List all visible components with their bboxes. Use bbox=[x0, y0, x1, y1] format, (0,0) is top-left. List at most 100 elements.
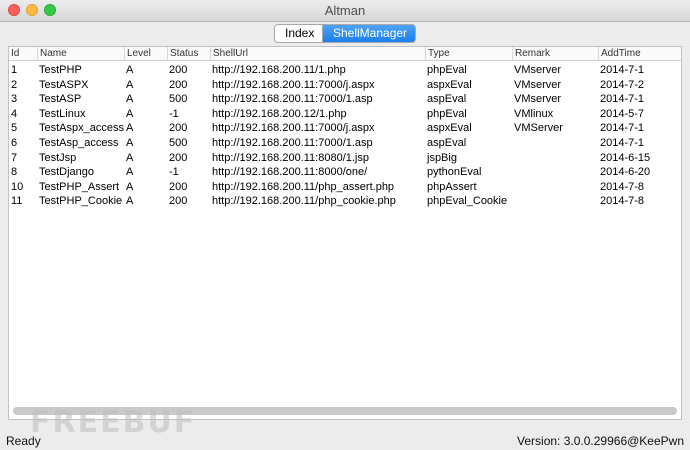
table-row[interactable]: 3 TestASP A 500 http://192.168.200.11:7000/1… bbox=[9, 92, 681, 107]
cell-shellurl: http://192.168.200.11/php_assert.php bbox=[212, 180, 395, 193]
cell-type: phpEval_Cookie bbox=[427, 195, 508, 208]
cell-shellurl: http://192.168.200.11:7000/1.asp bbox=[212, 93, 373, 106]
cell-shellurl: http://192.168.200.12/1.php bbox=[212, 107, 347, 120]
table-header: Id Name Level Status ShellUrl Type Remar… bbox=[9, 47, 681, 61]
cell-shellurl: http://192.168.200.11:8000/one/ bbox=[212, 166, 368, 179]
cell-level: A bbox=[126, 195, 134, 208]
cell-remark: VMlinux bbox=[514, 107, 554, 120]
cell-level: A bbox=[126, 137, 134, 149]
cell-status: 200 bbox=[169, 195, 188, 208]
cell-name: TestASPX bbox=[39, 78, 89, 91]
cell-name: TestAspx_access bbox=[39, 122, 124, 135]
cell-id: 8 bbox=[11, 166, 18, 179]
table-row[interactable]: 8 TestDjango A -1 http://192.168.200.11:8000… bbox=[9, 165, 681, 180]
cell-id: 10 bbox=[11, 180, 24, 193]
column-header-shellurl[interactable]: ShellUrl bbox=[210, 47, 425, 61]
cell-type: pythonEval bbox=[427, 166, 482, 179]
table-row[interactable]: 5 TestAspx_access A 200 http://192.168.200.1… bbox=[9, 121, 681, 136]
cell-status: 200 bbox=[169, 151, 188, 164]
column-header-name[interactable]: Name bbox=[37, 47, 124, 61]
window-title: Altman bbox=[324, 3, 366, 18]
cell-remark: VMserver bbox=[514, 78, 562, 91]
cell-type: aspxEval bbox=[427, 122, 472, 135]
cell-id: 6 bbox=[11, 137, 18, 149]
cell-type: phpEval bbox=[427, 64, 467, 76]
tab-index[interactable]: Index bbox=[275, 25, 323, 42]
cell-id: 2 bbox=[11, 78, 18, 91]
cell-level: A bbox=[126, 166, 134, 179]
cell-shellurl: http://192.168.200.11:7000/1.asp bbox=[212, 137, 373, 149]
cell-id: 7 bbox=[11, 151, 18, 164]
cell-status: 200 bbox=[169, 122, 188, 135]
cell-name: TestPHP_Assert bbox=[39, 180, 120, 193]
cell-type: jspBig bbox=[427, 151, 457, 164]
table-row[interactable]: 2 TestASPX A 200 http://192.168.200.11:7000/… bbox=[9, 78, 681, 93]
column-header-status[interactable]: Status bbox=[167, 47, 210, 61]
table-row[interactable]: 1 TestPHP A 200 http://192.168.200.11/1.php p… bbox=[9, 63, 681, 78]
cell-level: A bbox=[126, 107, 134, 120]
table-row[interactable]: 10 TestPHP_Assert A 200 http://192.168.200.1… bbox=[9, 180, 681, 195]
cell-name: TestASP bbox=[39, 93, 82, 106]
cell-level: A bbox=[126, 93, 134, 106]
cell-type: aspxEval bbox=[427, 78, 472, 91]
shell-table: Id Name Level Status ShellUrl Type Remar… bbox=[8, 46, 682, 420]
column-header-remark[interactable]: Remark bbox=[512, 47, 598, 61]
cell-shellurl: http://192.168.200.11/1.php bbox=[212, 64, 346, 76]
tab-bar: Index ShellManager bbox=[274, 24, 416, 43]
cell-type: aspEval bbox=[427, 137, 467, 149]
cell-type: phpAssert bbox=[427, 180, 477, 193]
cell-id: 1 bbox=[11, 64, 18, 76]
status-text: Ready bbox=[6, 434, 41, 448]
column-header-id[interactable]: Id bbox=[9, 47, 37, 61]
cell-status: 200 bbox=[169, 64, 188, 76]
status-bar: Ready Version: 3.0.0.29966@KeePwn bbox=[0, 434, 690, 450]
cell-addtime: 2014-7-2 bbox=[600, 78, 645, 91]
version-text: Version: 3.0.0.29966@KeePwn bbox=[517, 434, 684, 448]
cell-type: phpEval bbox=[427, 107, 467, 120]
table-row[interactable]: 7 TestJsp A 200 http://192.168.200.11:8080/1… bbox=[9, 151, 681, 166]
cell-name: TestAsp_access bbox=[39, 137, 119, 149]
tab-shellmanager[interactable]: ShellManager bbox=[323, 25, 415, 42]
table-row[interactable]: 4 TestLinux A -1 http://192.168.200.12/1.php… bbox=[9, 107, 681, 122]
cell-addtime: 2014-7-8 bbox=[600, 180, 645, 193]
cell-status: 500 bbox=[169, 137, 188, 149]
cell-addtime: 2014-7-1 bbox=[600, 137, 645, 149]
cell-remark: VMserver bbox=[514, 64, 562, 76]
cell-type: aspEval bbox=[427, 93, 467, 106]
cell-shellurl: http://192.168.200.11/php_cookie.php bbox=[212, 195, 396, 208]
cell-status: 200 bbox=[169, 78, 188, 91]
cell-id: 4 bbox=[11, 107, 18, 120]
cell-addtime: 2014-6-20 bbox=[600, 166, 651, 179]
cell-remark: VMServer bbox=[514, 122, 563, 135]
cell-id: 11 bbox=[11, 195, 23, 208]
cell-id: 5 bbox=[11, 122, 18, 135]
cell-level: A bbox=[126, 78, 134, 91]
cell-shellurl: http://192.168.200.11:7000/j.aspx bbox=[212, 122, 375, 135]
cell-addtime: 2014-7-1 bbox=[600, 93, 645, 106]
cell-addtime: 2014-7-1 bbox=[600, 122, 645, 135]
cell-addtime: 2014-6-15 bbox=[600, 151, 651, 164]
cell-addtime: 2014-5-7 bbox=[600, 107, 645, 120]
cell-shellurl: http://192.168.200.11:7000/j.aspx bbox=[212, 78, 375, 91]
cell-level: A bbox=[126, 122, 134, 135]
cell-id: 3 bbox=[11, 93, 18, 106]
cell-status: -1 bbox=[169, 166, 179, 179]
cell-name: TestPHP_Cookie bbox=[39, 195, 123, 208]
column-header-level[interactable]: Level bbox=[124, 47, 167, 61]
cell-shellurl: http://192.168.200.11:8080/1.jsp bbox=[212, 151, 369, 164]
cell-name: TestDjango bbox=[39, 166, 95, 179]
cell-status: 200 bbox=[169, 180, 188, 193]
cell-addtime: 2014-7-8 bbox=[600, 195, 645, 208]
cell-addtime: 2014-7-1 bbox=[600, 64, 645, 76]
cell-status: 500 bbox=[169, 93, 188, 106]
column-header-addtime[interactable]: AddTime bbox=[598, 47, 681, 61]
cell-name: TestJsp bbox=[39, 151, 77, 164]
column-header-type[interactable]: Type bbox=[425, 47, 512, 61]
table-row[interactable]: 11 TestPHP_Cookie A 200 http://192.168.200.1… bbox=[9, 194, 681, 209]
cell-level: A bbox=[126, 64, 134, 76]
cell-name: TestPHP bbox=[39, 64, 82, 76]
cell-remark: VMserver bbox=[514, 93, 562, 106]
table-row[interactable]: 6 TestAsp_access A 500 http://192.168.200.11… bbox=[9, 136, 681, 151]
cell-level: A bbox=[126, 180, 134, 193]
cell-level: A bbox=[126, 151, 134, 164]
